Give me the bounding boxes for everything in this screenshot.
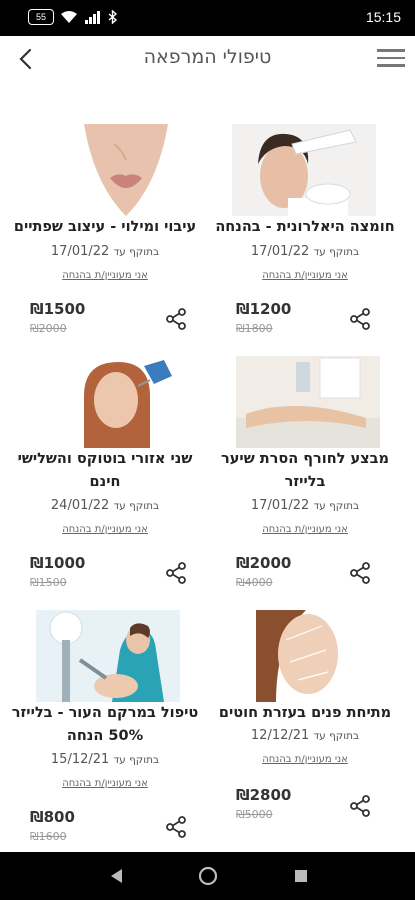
old-price: ₪1600 — [30, 830, 67, 843]
treatment-card[interactable]: מבצע לחורף הסרת שיער בלייזר בתוקף עד 17/… — [210, 336, 400, 590]
validity-date: 12/12/21 — [250, 728, 310, 743]
forehead-botox-photo — [54, 356, 198, 448]
validity: בתוקף עד 24/01/22 — [10, 498, 200, 513]
price: ₪2000 — [236, 554, 292, 572]
validity: בתוקף עד 17/01/22 — [10, 244, 200, 259]
interest-link[interactable]: אני מעוניין/ת בהנחה — [210, 754, 400, 765]
old-price: ₪4000 — [236, 576, 273, 589]
clock: 15:15 — [365, 9, 401, 25]
share-icon[interactable] — [348, 307, 372, 331]
share-icon[interactable] — [164, 307, 188, 331]
interest-link[interactable]: אני מעוניין/ת בהנחה — [10, 270, 200, 281]
share-icon[interactable] — [348, 561, 372, 585]
price: ₪800 — [30, 808, 75, 826]
treatment-name: עיבוי ומילוי - עיצוב שפתיים — [13, 219, 197, 235]
validity-date: 17/01/22 — [50, 244, 110, 259]
hamburger-menu-icon[interactable] — [377, 46, 405, 72]
treatment-card[interactable]: טיפול במרקם העור - בלייזר 50% הנחה בתוקף… — [10, 590, 200, 844]
price: ₪2800 — [236, 786, 292, 804]
old-price: ₪2000 — [30, 322, 67, 335]
price: ₪1500 — [30, 300, 86, 318]
price: ₪1000 — [30, 554, 86, 572]
share-icon[interactable] — [164, 561, 188, 585]
treatments-grid: חומצה היאלרונית - בהנחה בתוקף עד 17/01/2… — [0, 82, 415, 852]
wifi-icon — [61, 11, 77, 23]
treatment-card[interactable]: מתיחת פנים בעזרת חוטים בתוקף עד 12/12/21… — [210, 590, 400, 844]
validity-label: בתוקף עד — [113, 246, 160, 258]
treatment-card[interactable]: עיבוי ומילוי - עיצוב שפתיים בתוקף עד 17/… — [10, 82, 200, 336]
skin-laser-photo — [36, 610, 180, 702]
validity-label: בתוקף עד — [313, 730, 360, 742]
treatment-card[interactable]: שני אזורי בוטוקס והשלישי חינם בתוקף עד 2… — [10, 336, 200, 590]
validity: בתוקף עד 17/01/22 — [210, 498, 400, 513]
battery-icon: 55 — [28, 9, 54, 25]
validity-date: 17/01/22 — [250, 498, 310, 513]
old-price: ₪5000 — [236, 808, 273, 821]
validity-label: בתוקף עד — [113, 500, 160, 512]
validity: בתוקף עד 15/12/21 — [10, 752, 200, 767]
validity-label: בתוקף עד — [313, 500, 360, 512]
nav-recents-icon[interactable] — [293, 868, 309, 884]
treatment-name: מבצע לחורף הסרת שיער בלייזר — [221, 451, 389, 490]
validity-date: 15/12/21 — [50, 752, 110, 767]
treatment-name: שני אזורי בוטוקס והשלישי חינם — [17, 451, 193, 490]
validity-label: בתוקף עד — [113, 754, 160, 766]
leg-laser-photo — [236, 356, 380, 448]
treatment-name: חומצה היאלרונית - בהנחה — [215, 219, 395, 235]
treatment-name: טיפול במרקם העור - בלייזר 50% הנחה — [11, 705, 199, 744]
old-price: ₪1800 — [236, 322, 273, 335]
interest-link[interactable]: אני מעוניין/ת בהנחה — [210, 270, 400, 281]
treatment-name: מתיחת פנים בעזרת חוטים — [218, 705, 392, 721]
nav-back-icon[interactable] — [108, 867, 126, 885]
face-injection-photo — [232, 124, 376, 216]
interest-link[interactable]: אני מעוניין/ת בהנחה — [10, 778, 200, 789]
system-nav-bar — [0, 852, 415, 900]
share-icon[interactable] — [348, 794, 372, 818]
page-title: טיפולי המרפאה — [143, 46, 272, 68]
validity-label: בתוקף עד — [313, 246, 360, 258]
lips-photo — [54, 124, 198, 216]
bluetooth-icon — [108, 10, 118, 24]
validity: בתוקף עד 12/12/21 — [210, 728, 400, 743]
nav-home-icon[interactable] — [198, 866, 218, 886]
face-lift-photo — [236, 610, 380, 702]
signal-icon — [85, 11, 100, 24]
status-icons: 55 — [28, 9, 118, 25]
share-icon[interactable] — [164, 815, 188, 839]
price: ₪1200 — [236, 300, 292, 318]
status-bar: 55 15:15 — [0, 0, 415, 36]
old-price: ₪1500 — [30, 576, 67, 589]
interest-link[interactable]: אני מעוניין/ת בהנחה — [10, 524, 200, 535]
validity-date: 24/01/22 — [50, 498, 110, 513]
app-bar: טיפולי המרפאה — [0, 36, 415, 83]
validity-date: 17/01/22 — [250, 244, 310, 259]
treatment-card[interactable]: חומצה היאלרונית - בהנחה בתוקף עד 17/01/2… — [210, 82, 400, 336]
validity: בתוקף עד 17/01/22 — [210, 244, 400, 259]
interest-link[interactable]: אני מעוניין/ת בהנחה — [210, 524, 400, 535]
